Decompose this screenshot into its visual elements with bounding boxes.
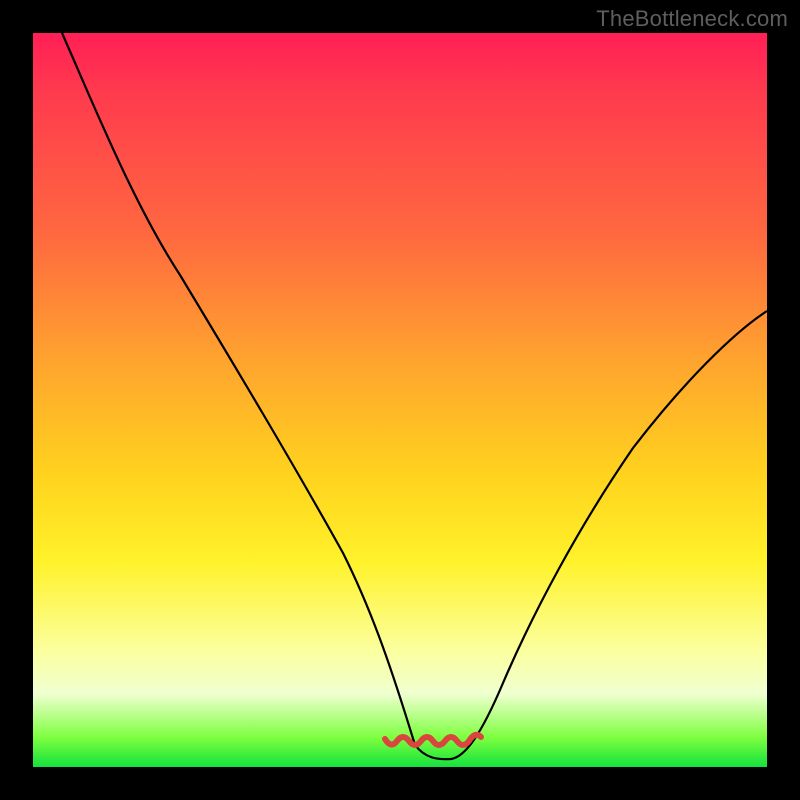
red-bottom-squiggle <box>33 33 767 767</box>
red-squiggle-path <box>385 735 481 745</box>
chart-frame: TheBottleneck.com <box>0 0 800 800</box>
plot-area <box>33 33 767 767</box>
watermark-text: TheBottleneck.com <box>596 6 788 32</box>
